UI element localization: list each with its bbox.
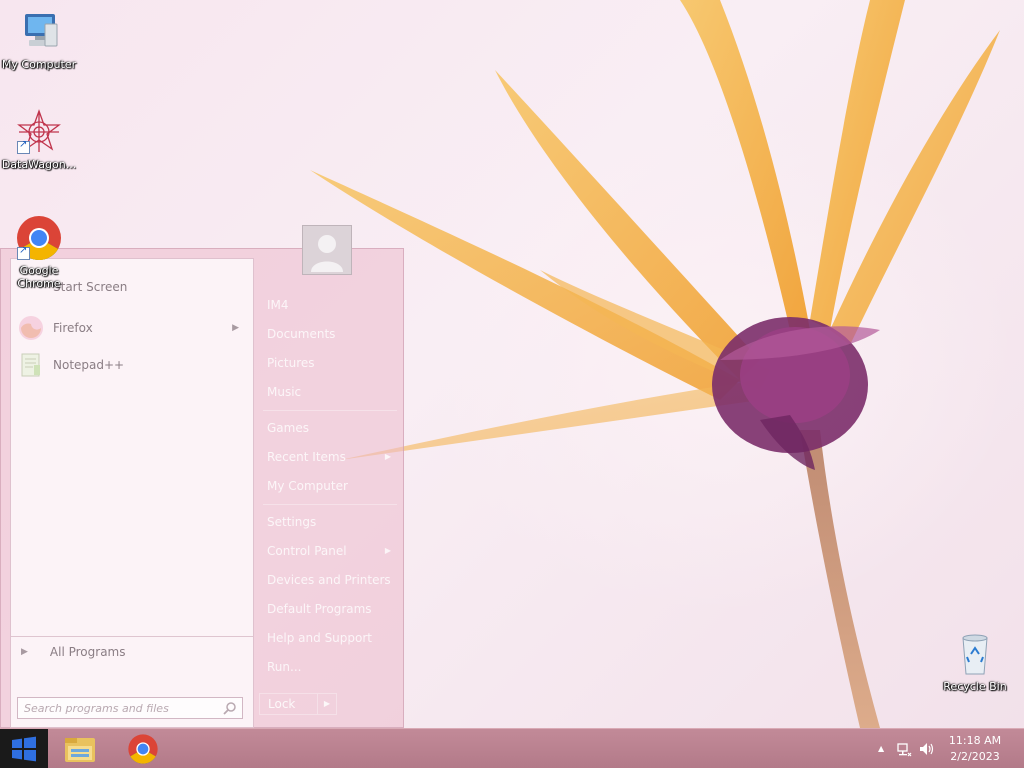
link-control-panel[interactable]: Control Panel ▶ <box>267 538 395 564</box>
clock-date: 2/2/2023 <box>950 750 1000 763</box>
link-label: Documents <box>267 327 336 341</box>
file-explorer-icon <box>65 738 95 762</box>
link-games[interactable]: Games <box>267 415 395 441</box>
start-button[interactable] <box>0 729 48 768</box>
link-run[interactable]: Run... <box>267 654 395 680</box>
program-label: Notepad++ <box>53 358 125 372</box>
link-label: Control Panel <box>267 544 347 558</box>
link-help-and-support[interactable]: Help and Support <box>267 625 395 651</box>
desktop-icon-label: Recycle Bin <box>943 680 1007 693</box>
user-account-picture[interactable] <box>302 225 352 275</box>
desktop-icon-my-computer[interactable]: My Computer <box>0 8 78 71</box>
computer-icon <box>15 8 63 56</box>
chrome-icon <box>15 214 63 262</box>
start-menu: Start Screen Firefox ▶ Notepad++ ▶ All P… <box>0 248 404 728</box>
windows-logo-icon <box>12 736 36 761</box>
program-label: Firefox <box>53 321 93 335</box>
all-programs-arrow-icon: ▶ <box>21 647 28 657</box>
taskbar-file-explorer[interactable] <box>58 732 102 766</box>
link-label: Devices and Printers <box>267 573 391 587</box>
link-label: Games <box>267 421 309 435</box>
lock-options-arrow-icon[interactable]: ▶ <box>317 694 336 714</box>
desktop-icon-datawagon[interactable]: DataWagon... <box>0 108 78 171</box>
clock-time: 11:18 AM <box>948 734 1002 747</box>
link-label: My Computer <box>267 479 348 493</box>
menu-separator <box>263 504 397 505</box>
link-my-computer[interactable]: My Computer <box>267 473 395 499</box>
link-music[interactable]: Music <box>267 379 395 405</box>
submenu-arrow-icon: ▶ <box>384 546 391 555</box>
desktop-icon-label: Google Chrome <box>17 264 61 290</box>
link-devices-and-printers[interactable]: Devices and Printers <box>267 567 395 593</box>
lock-button-group: Lock ▶ <box>259 693 337 715</box>
link-label: Music <box>267 385 302 399</box>
link-label: Default Programs <box>267 602 372 616</box>
start-menu-places-pane: IM4 Documents Pictures Music Games Recen… <box>259 249 401 727</box>
link-default-programs[interactable]: Default Programs <box>267 596 395 622</box>
link-documents[interactable]: Documents <box>267 321 395 347</box>
user-avatar-icon <box>311 235 343 272</box>
shortcut-arrow-icon <box>17 139 30 154</box>
taskbar-clock[interactable]: 11:18 AM 2/2/2023 <box>944 733 1006 765</box>
network-icon[interactable] <box>896 741 912 757</box>
desktop-icon-label: DataWagon... <box>1 158 77 171</box>
search-input[interactable] <box>18 698 220 718</box>
link-pictures[interactable]: Pictures <box>267 350 395 376</box>
link-label: Recent Items <box>267 450 346 464</box>
desktop-icon-label: My Computer <box>1 58 77 71</box>
notepad-plus-plus-icon <box>17 351 45 379</box>
firefox-icon <box>17 314 45 342</box>
menu-separator <box>263 410 397 411</box>
link-label: Help and Support <box>267 631 372 645</box>
link-label: Pictures <box>267 356 315 370</box>
link-label: Run... <box>267 660 302 674</box>
datawagon-icon <box>15 108 63 156</box>
submenu-arrow-icon: ▶ <box>384 452 391 461</box>
all-programs-button[interactable]: ▶ All Programs <box>11 636 253 667</box>
all-programs-label: All Programs <box>49 645 126 659</box>
recycle-bin-icon <box>951 630 999 678</box>
desktop-icon-google-chrome[interactable]: Google Chrome <box>0 214 78 290</box>
desktop-icon-recycle-bin[interactable]: Recycle Bin <box>936 630 1014 693</box>
system-tray: ▲ 11:18 AM 2/2/2023 <box>864 729 1024 768</box>
taskbar: ▲ 11:18 AM 2/2/2023 <box>0 728 1024 768</box>
start-search-box[interactable] <box>17 697 243 719</box>
program-notepad-plus-plus[interactable]: Notepad++ <box>17 349 249 381</box>
lock-button[interactable]: Lock <box>260 697 317 711</box>
show-hidden-icons-button[interactable]: ▲ <box>878 744 884 753</box>
link-settings[interactable]: Settings <box>267 509 395 535</box>
shortcut-arrow-icon <box>17 245 30 260</box>
link-recent-items[interactable]: Recent Items ▶ <box>267 444 395 470</box>
search-icon[interactable] <box>223 701 237 715</box>
program-firefox[interactable]: Firefox ▶ <box>17 312 249 344</box>
link-im4[interactable]: IM4 <box>267 292 395 318</box>
start-menu-programs-pane: Start Screen Firefox ▶ Notepad++ ▶ All P… <box>10 258 254 728</box>
chrome-icon <box>128 734 158 764</box>
link-label: IM4 <box>267 298 289 312</box>
taskbar-google-chrome[interactable] <box>121 732 165 766</box>
volume-icon[interactable] <box>919 741 935 757</box>
submenu-arrow-icon: ▶ <box>232 323 239 333</box>
link-label: Settings <box>267 515 317 529</box>
